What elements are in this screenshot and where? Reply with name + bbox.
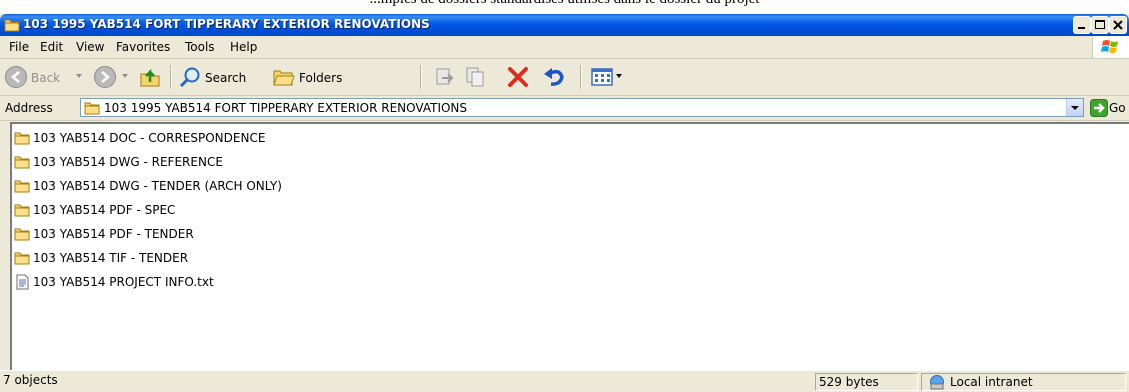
folder-icon	[14, 204, 30, 217]
file-name: 103 YAB514 PDF - TENDER	[33, 227, 194, 241]
forward-button[interactable]	[93, 63, 133, 91]
copy-to-icon	[466, 67, 484, 87]
minimize-icon	[1078, 27, 1085, 29]
maximize-icon	[1095, 20, 1105, 29]
file-name: 103 YAB514 PROJECT INFO.txt	[33, 275, 214, 289]
search-icon	[179, 67, 200, 88]
toolbar-separator	[580, 65, 582, 89]
folder-icon	[14, 252, 30, 265]
status-bar: 7 objects 529 bytes Local intranet	[0, 370, 1129, 392]
address-dropdown-button[interactable]	[1066, 99, 1083, 116]
move-to-icon	[436, 68, 454, 85]
views-icon	[591, 68, 613, 86]
menu-help[interactable]: Help	[230, 40, 257, 54]
back-label: Back	[31, 71, 61, 85]
menu-tools[interactable]: Tools	[185, 40, 215, 54]
title-bar[interactable]: 103 1995 YAB514 FORT TIPPERARY EXTERIOR …	[0, 14, 1129, 36]
folder-icon	[4, 19, 20, 32]
file-name: 103 YAB514 PDF - SPEC	[33, 203, 176, 217]
close-button[interactable]	[1109, 16, 1127, 34]
address-bar: Address 103 1995 YAB514 FORT TIPPERARY E…	[0, 96, 1129, 121]
views-button[interactable]	[590, 63, 630, 91]
move-to-button[interactable]	[430, 63, 458, 91]
folder-icon	[14, 156, 30, 169]
chevron-down-icon	[1071, 106, 1079, 110]
search-button[interactable]: Search	[178, 63, 266, 91]
folders-label: Folders	[299, 71, 343, 85]
maximize-button[interactable]	[1091, 16, 1109, 34]
caption-text: ...mples de dossiers standardisés utilis…	[0, 0, 1129, 8]
menu-edit[interactable]: Edit	[40, 40, 63, 54]
file-name: 103 YAB514 DWG - REFERENCE	[33, 155, 223, 169]
up-folder-button[interactable]	[136, 63, 164, 91]
go-label: Go	[1109, 101, 1126, 115]
folders-icon	[273, 70, 295, 86]
status-zone-panel: Local intranet	[921, 373, 1126, 391]
delete-icon	[508, 67, 528, 87]
delete-button[interactable]	[504, 63, 532, 91]
folder-icon	[14, 228, 30, 241]
address-label: Address	[5, 101, 53, 115]
address-field[interactable]: 103 1995 YAB514 FORT TIPPERARY EXTERIOR …	[80, 98, 1084, 117]
toolbar-separator	[420, 65, 422, 89]
file-name: 103 YAB514 TIF - TENDER	[33, 251, 189, 265]
window-title: 103 1995 YAB514 FORT TIPPERARY EXTERIOR …	[23, 17, 430, 31]
undo-button[interactable]	[540, 63, 568, 91]
file-list[interactable]: 103 YAB514 DOC - CORRESPONDENCE 103 YAB5…	[10, 122, 1129, 370]
local-intranet-icon	[930, 375, 944, 390]
file-name: 103 YAB514 DWG - TENDER (ARCH ONLY)	[33, 179, 282, 193]
windows-logo	[1092, 36, 1129, 58]
folder-icon	[14, 132, 30, 145]
views-dropdown-icon	[616, 74, 622, 78]
text-file-icon	[16, 274, 29, 290]
menu-favorites[interactable]: Favorites	[116, 40, 170, 54]
status-object-count: 7 objects	[3, 373, 58, 387]
go-button[interactable]: Go	[1090, 99, 1126, 118]
menu-file[interactable]: File	[9, 40, 29, 54]
back-button[interactable]: Back	[4, 63, 88, 91]
folder-icon	[14, 180, 30, 193]
windows-flag-icon	[1101, 40, 1118, 53]
menu-view[interactable]: View	[76, 40, 104, 54]
search-label: Search	[205, 71, 247, 85]
folders-button[interactable]: Folders	[272, 63, 362, 91]
menu-bar: File Edit View Favorites Tools Help	[0, 36, 1129, 59]
back-dropdown-icon	[76, 74, 82, 78]
forward-arrow-icon	[94, 66, 116, 88]
toolbar-separator	[170, 65, 172, 89]
toolbar: Back Search Folders	[0, 59, 1129, 96]
close-icon	[1113, 20, 1123, 30]
folder-icon	[84, 102, 100, 115]
back-arrow-icon	[5, 66, 27, 88]
go-arrow-icon	[1090, 99, 1108, 117]
explorer-window: 103 1995 YAB514 FORT TIPPERARY EXTERIOR …	[0, 14, 1129, 392]
copy-to-button[interactable]	[462, 63, 490, 91]
address-value: 103 1995 YAB514 FORT TIPPERARY EXTERIOR …	[104, 101, 468, 115]
status-zone: Local intranet	[950, 375, 1033, 389]
undo-icon	[544, 68, 564, 86]
forward-dropdown-icon	[122, 74, 128, 78]
caption-strip: ...mples de dossiers standardisés utilis…	[0, 0, 1129, 14]
file-name: 103 YAB514 DOC - CORRESPONDENCE	[33, 131, 266, 145]
minimize-button[interactable]	[1073, 16, 1091, 34]
status-size: 529 bytes	[819, 375, 879, 389]
status-size-panel: 529 bytes	[815, 373, 918, 391]
up-folder-icon	[140, 68, 160, 87]
